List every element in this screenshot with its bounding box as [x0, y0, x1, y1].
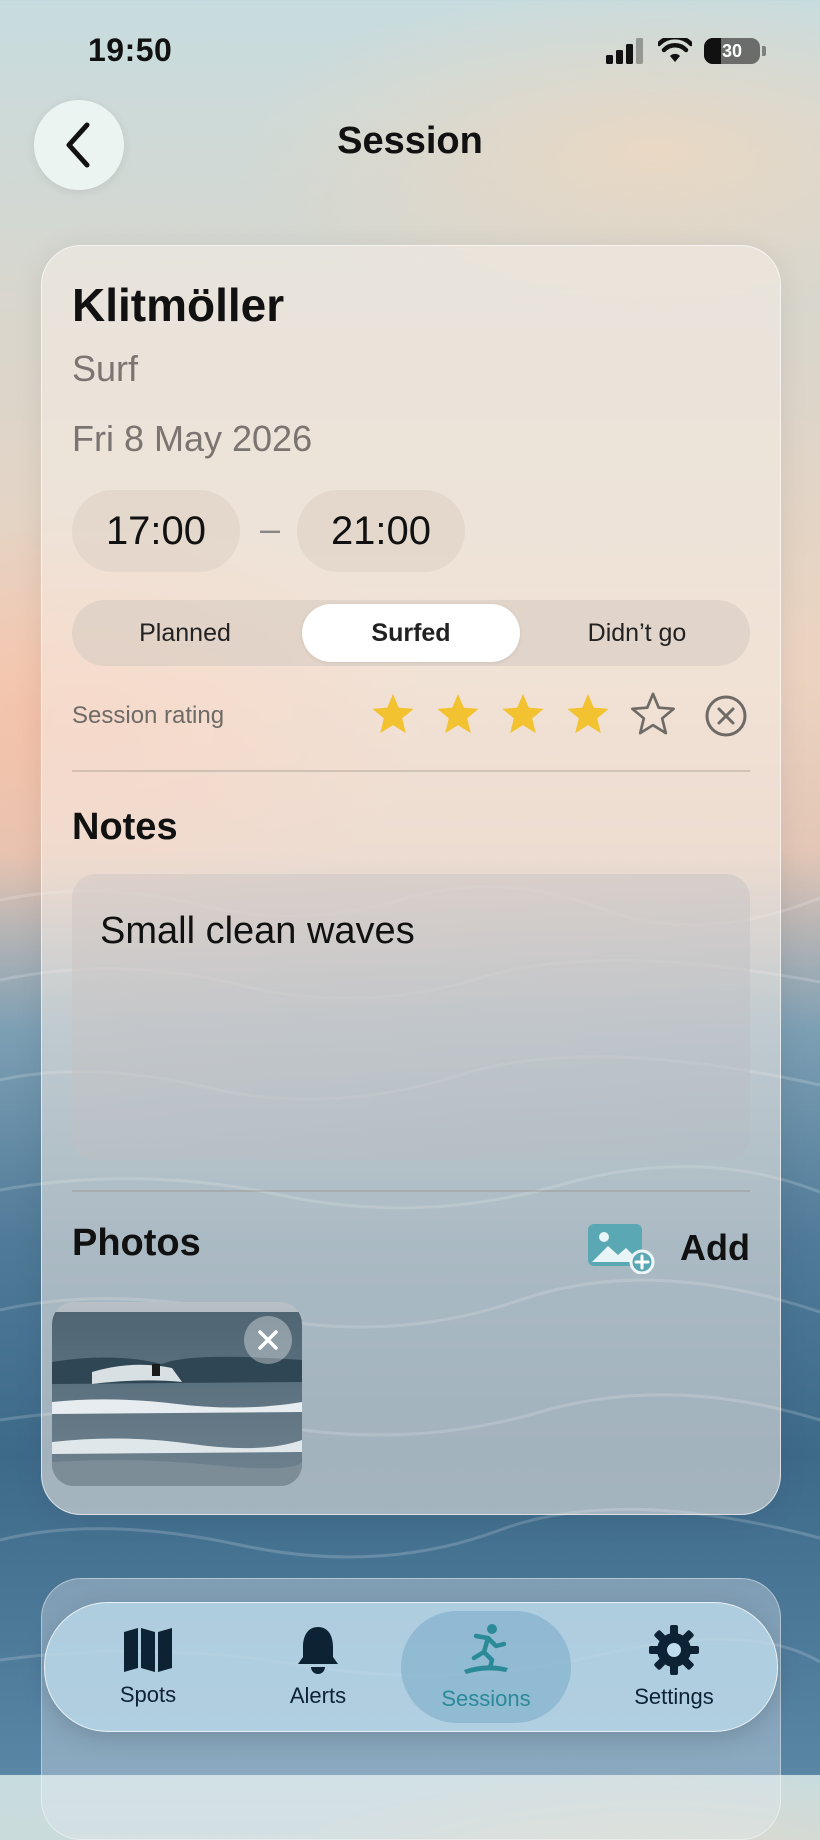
divider [72, 1190, 750, 1192]
start-time-picker[interactable]: 17:00 [72, 490, 240, 572]
tab-sessions-label: Sessions [441, 1686, 531, 1711]
status-option-surfed[interactable]: Surfed [302, 604, 520, 662]
clear-rating-icon[interactable] [704, 694, 748, 738]
end-time-picker[interactable]: 21:00 [297, 490, 465, 572]
tab-settings-label: Settings [634, 1684, 714, 1709]
tab-bar: Spots Alerts Sessions Settings [44, 1602, 778, 1732]
star-filled-icon[interactable] [370, 692, 416, 736]
star-rating [370, 692, 676, 736]
star-filled-icon[interactable] [565, 692, 611, 736]
divider [72, 770, 750, 772]
tab-alerts-label: Alerts [289, 1683, 347, 1708]
spot-name: Klitmöller [72, 279, 285, 331]
star-filled-icon[interactable] [500, 692, 546, 736]
rating-label: Session rating [72, 702, 225, 729]
map-icon [124, 1628, 172, 1672]
tab-spots-label: Spots [119, 1682, 177, 1707]
session-card: Klitmöller Surf Fri 8 May 2026 17:00 – 2… [41, 245, 781, 1515]
surfer-icon [464, 1624, 508, 1674]
tab-settings[interactable]: Settings [589, 1603, 759, 1731]
wifi-icon [658, 38, 692, 62]
status-time: 19:50 [88, 32, 173, 68]
photos-heading: Photos [72, 1222, 201, 1264]
session-photo[interactable] [52, 1302, 302, 1486]
add-photo-icon [588, 1224, 655, 1274]
cellular-signal-icon [606, 38, 643, 64]
session-date[interactable]: Fri 8 May 2026 [72, 418, 312, 460]
status-option-didnt-go[interactable]: Didn’t go [524, 600, 750, 666]
notes-heading: Notes [72, 806, 178, 848]
status-option-planned[interactable]: Planned [72, 600, 298, 666]
sport-type: Surf [72, 348, 139, 389]
tab-sessions[interactable]: Sessions [401, 1611, 571, 1723]
notes-textarea[interactable]: Small clean waves [72, 874, 750, 1160]
star-empty-icon[interactable] [630, 692, 676, 736]
gear-icon [649, 1625, 699, 1675]
notes-text: Small clean waves [100, 910, 415, 952]
tab-spots[interactable]: Spots [63, 1603, 233, 1731]
status-bar: 19:50 30 [0, 0, 820, 110]
close-icon [258, 1330, 278, 1350]
star-filled-icon[interactable] [435, 692, 481, 736]
add-photo-button[interactable]: Add [586, 1222, 750, 1274]
battery-indicator: 30 [704, 38, 760, 64]
battery-level: 30 [721, 40, 743, 61]
time-separator: – [260, 508, 281, 549]
page-title: Session [337, 120, 483, 162]
bell-icon [298, 1627, 338, 1674]
status-segmented-control: Planned Surfed Didn’t go [72, 600, 750, 666]
add-photo-label: Add [680, 1227, 750, 1268]
tab-alerts[interactable]: Alerts [233, 1603, 403, 1731]
remove-photo-button[interactable] [244, 1316, 292, 1364]
